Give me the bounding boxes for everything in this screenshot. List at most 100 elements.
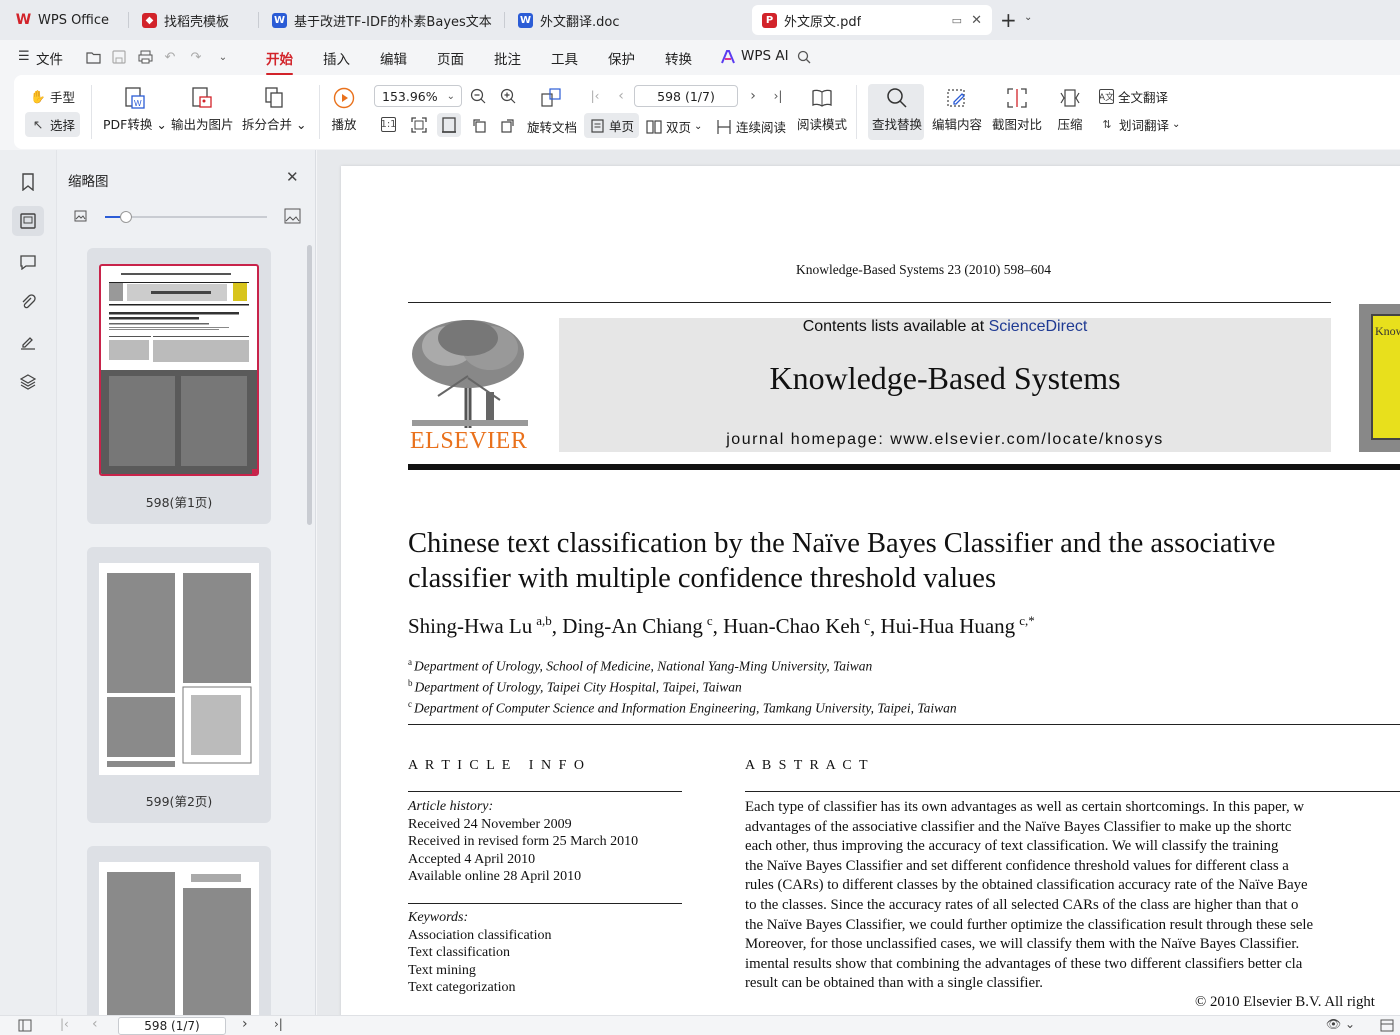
screenshot-compare-button[interactable]: 截图对比 <box>992 85 1042 133</box>
pdf-convert-icon: W <box>122 85 148 111</box>
hand-tool-button[interactable]: ✋ 手型 <box>30 87 75 106</box>
comment-icon[interactable] <box>16 250 40 274</box>
find-replace-button[interactable]: 查找替换 <box>872 85 922 133</box>
actual-size-icon[interactable]: 1:1 <box>380 117 397 132</box>
search-icon[interactable] <box>796 49 812 65</box>
compress-button[interactable]: 压缩 <box>1057 85 1083 133</box>
hand-icon: ✋ <box>30 88 46 104</box>
menu-comment[interactable]: 批注 <box>494 48 521 68</box>
rotate-left-icon[interactable] <box>471 117 487 133</box>
zoom-in-icon[interactable] <box>500 88 516 104</box>
abstract-heading: A B S T R A C T <box>745 758 870 773</box>
attachment-icon[interactable] <box>16 290 40 314</box>
ribbon-toolbar: ✋ 手型 ↖ 选择 W PDF转换 ⌄ 输出为图片 拆分合并 ⌄ 播放 153.96… <box>14 75 1400 149</box>
signature-icon[interactable] <box>16 330 40 354</box>
sciencedirect-link[interactable]: ScienceDirect <box>989 318 1088 335</box>
tab-translation-doc[interactable]: W 外文翻译.doc <box>508 5 748 35</box>
menu-insert[interactable]: 插入 <box>323 48 350 68</box>
edit-content-button[interactable]: 编辑内容 <box>932 85 982 133</box>
layers-icon[interactable] <box>16 370 40 394</box>
rotate-document-button[interactable]: 旋转文档 <box>527 117 577 136</box>
first-page-icon[interactable]: |‹ <box>587 88 603 104</box>
thumbnail-size-slider[interactable] <box>105 211 267 223</box>
rotate-right-icon[interactable] <box>500 117 516 133</box>
thumbnail-card-1[interactable]: 598(第1页) <box>87 248 271 524</box>
word-translate-button[interactable]: ⇅ 划词翻译 ⌄ <box>1099 115 1180 134</box>
journal-homepage[interactable]: journal homepage: www.elsevier.com/locat… <box>559 431 1331 449</box>
tab-tfidf-doc[interactable]: W 基于改进TF-IDF的朴素Bayes文本分类 <box>262 5 502 35</box>
status-page-input[interactable]: 598 (1/7) <box>118 1017 226 1035</box>
tab-wps-office[interactable]: W WPS Office <box>6 5 124 35</box>
tab-original-pdf[interactable]: P 外文原文.pdf ▭ ✕ <box>752 5 992 35</box>
pdf-icon: P <box>762 12 777 28</box>
export-image-button[interactable]: 输出为图片 <box>171 85 234 133</box>
keywords: Keywords: Association classification Tex… <box>408 910 552 996</box>
page-number-input[interactable]: 598 (1/7) <box>634 85 738 107</box>
read-mode-button[interactable]: 阅读模式 <box>797 85 847 133</box>
new-tab-icon[interactable]: + <box>1000 8 1017 32</box>
select-tool-button[interactable]: ↖ 选择 <box>25 112 81 137</box>
single-page-button[interactable]: 单页 <box>584 113 640 138</box>
author: Huan-Chao Keh c, <box>723 613 881 638</box>
menu-tools[interactable]: 工具 <box>551 48 578 68</box>
compress-icon <box>1057 85 1083 111</box>
pin-window-icon[interactable]: ▭ <box>952 14 962 27</box>
thumbnail-icon[interactable] <box>12 206 44 236</box>
left-rail <box>0 150 56 1015</box>
zoom-out-icon[interactable] <box>470 88 486 104</box>
redo-icon[interactable]: ↷ <box>188 49 204 65</box>
fit-page-icon[interactable] <box>411 117 427 133</box>
last-page-icon[interactable]: ›| <box>770 88 786 104</box>
toggle-sidebar-icon[interactable] <box>18 1019 32 1035</box>
menu-home[interactable]: 开始 <box>266 48 293 75</box>
menu-bar: ☰ 文件 ↶ ↷ ⌄ 开始 插入 编辑 页面 批注 工具 保护 转换 WPS A… <box>0 40 1400 75</box>
next-page-icon[interactable]: › <box>745 88 761 104</box>
thumbnail-page-3 <box>99 862 259 1015</box>
continuous-read-button[interactable]: 连续阅读 <box>716 117 786 136</box>
menu-file[interactable]: 文件 <box>36 48 63 68</box>
print-icon[interactable] <box>137 49 153 65</box>
menu-edit[interactable]: 编辑 <box>380 48 407 68</box>
close-icon[interactable]: ✕ <box>286 168 299 186</box>
chevron-down-icon[interactable]: ⌄ <box>1024 12 1032 23</box>
menu-wps-ai[interactable]: WPS AI <box>741 48 789 64</box>
article-history: Article history: Received 24 November 20… <box>408 799 639 885</box>
slider-handle[interactable] <box>120 211 132 223</box>
double-page-button[interactable]: 双页 ⌄ <box>646 117 702 136</box>
last-page-icon[interactable]: ›| <box>274 1017 283 1031</box>
zoom-select[interactable]: 153.96% ⌄ <box>374 85 462 107</box>
pdf-convert-button[interactable]: W PDF转换 ⌄ <box>103 85 167 133</box>
journal-cover: Know <box>1359 304 1400 452</box>
document-viewer[interactable]: Knowledge-Based Systems 23 (2010) 598–60… <box>317 150 1400 1015</box>
thumbnail-panel: 缩略图 ✕ 598(第1页) 599(第2页) <box>56 150 316 1015</box>
author: Shing-Hwa Lu a,b, <box>408 613 563 638</box>
thumbnail-label-1: 598(第1页) <box>145 495 213 510</box>
prev-page-icon[interactable]: ‹ <box>92 1016 98 1032</box>
open-folder-icon[interactable] <box>85 49 101 65</box>
undo-icon[interactable]: ↶ <box>162 49 178 65</box>
book-icon <box>809 85 835 111</box>
menu-protect[interactable]: 保护 <box>608 48 635 68</box>
split-merge-button[interactable]: 拆分合并 ⌄ <box>242 85 306 133</box>
first-page-icon[interactable]: |‹ <box>60 1017 69 1031</box>
docer-icon: ◆ <box>142 12 157 28</box>
prev-page-icon[interactable]: ‹ <box>613 88 629 104</box>
play-button[interactable]: 播放 <box>331 85 357 133</box>
hamburger-icon[interactable]: ☰ <box>18 49 30 64</box>
bookmark-icon[interactable] <box>16 170 40 194</box>
close-tab-icon[interactable]: ✕ <box>971 13 982 28</box>
save-icon[interactable] <box>111 49 127 65</box>
tab-docer-templates[interactable]: ◆ 找稻壳模板 <box>132 5 254 35</box>
menu-convert[interactable]: 转换 <box>665 48 692 68</box>
next-page-icon[interactable]: › <box>242 1016 248 1032</box>
thumbnail-card-3[interactable] <box>87 846 271 1015</box>
view-mode-icon[interactable]: 👁 ⌄ <box>1326 1017 1355 1031</box>
menu-page[interactable]: 页面 <box>437 48 464 68</box>
more-chevron-icon[interactable]: ⌄ <box>215 49 231 65</box>
full-translate-button[interactable]: A文 全文翻译 <box>1099 87 1168 106</box>
thumbnail-card-2[interactable]: 599(第2页) <box>87 547 271 823</box>
fit-width-icon[interactable] <box>437 113 461 137</box>
panel-scrollbar[interactable] <box>307 245 312 525</box>
rotate-page-icon[interactable] <box>540 86 562 108</box>
layout-icon[interactable] <box>1380 1019 1394 1035</box>
